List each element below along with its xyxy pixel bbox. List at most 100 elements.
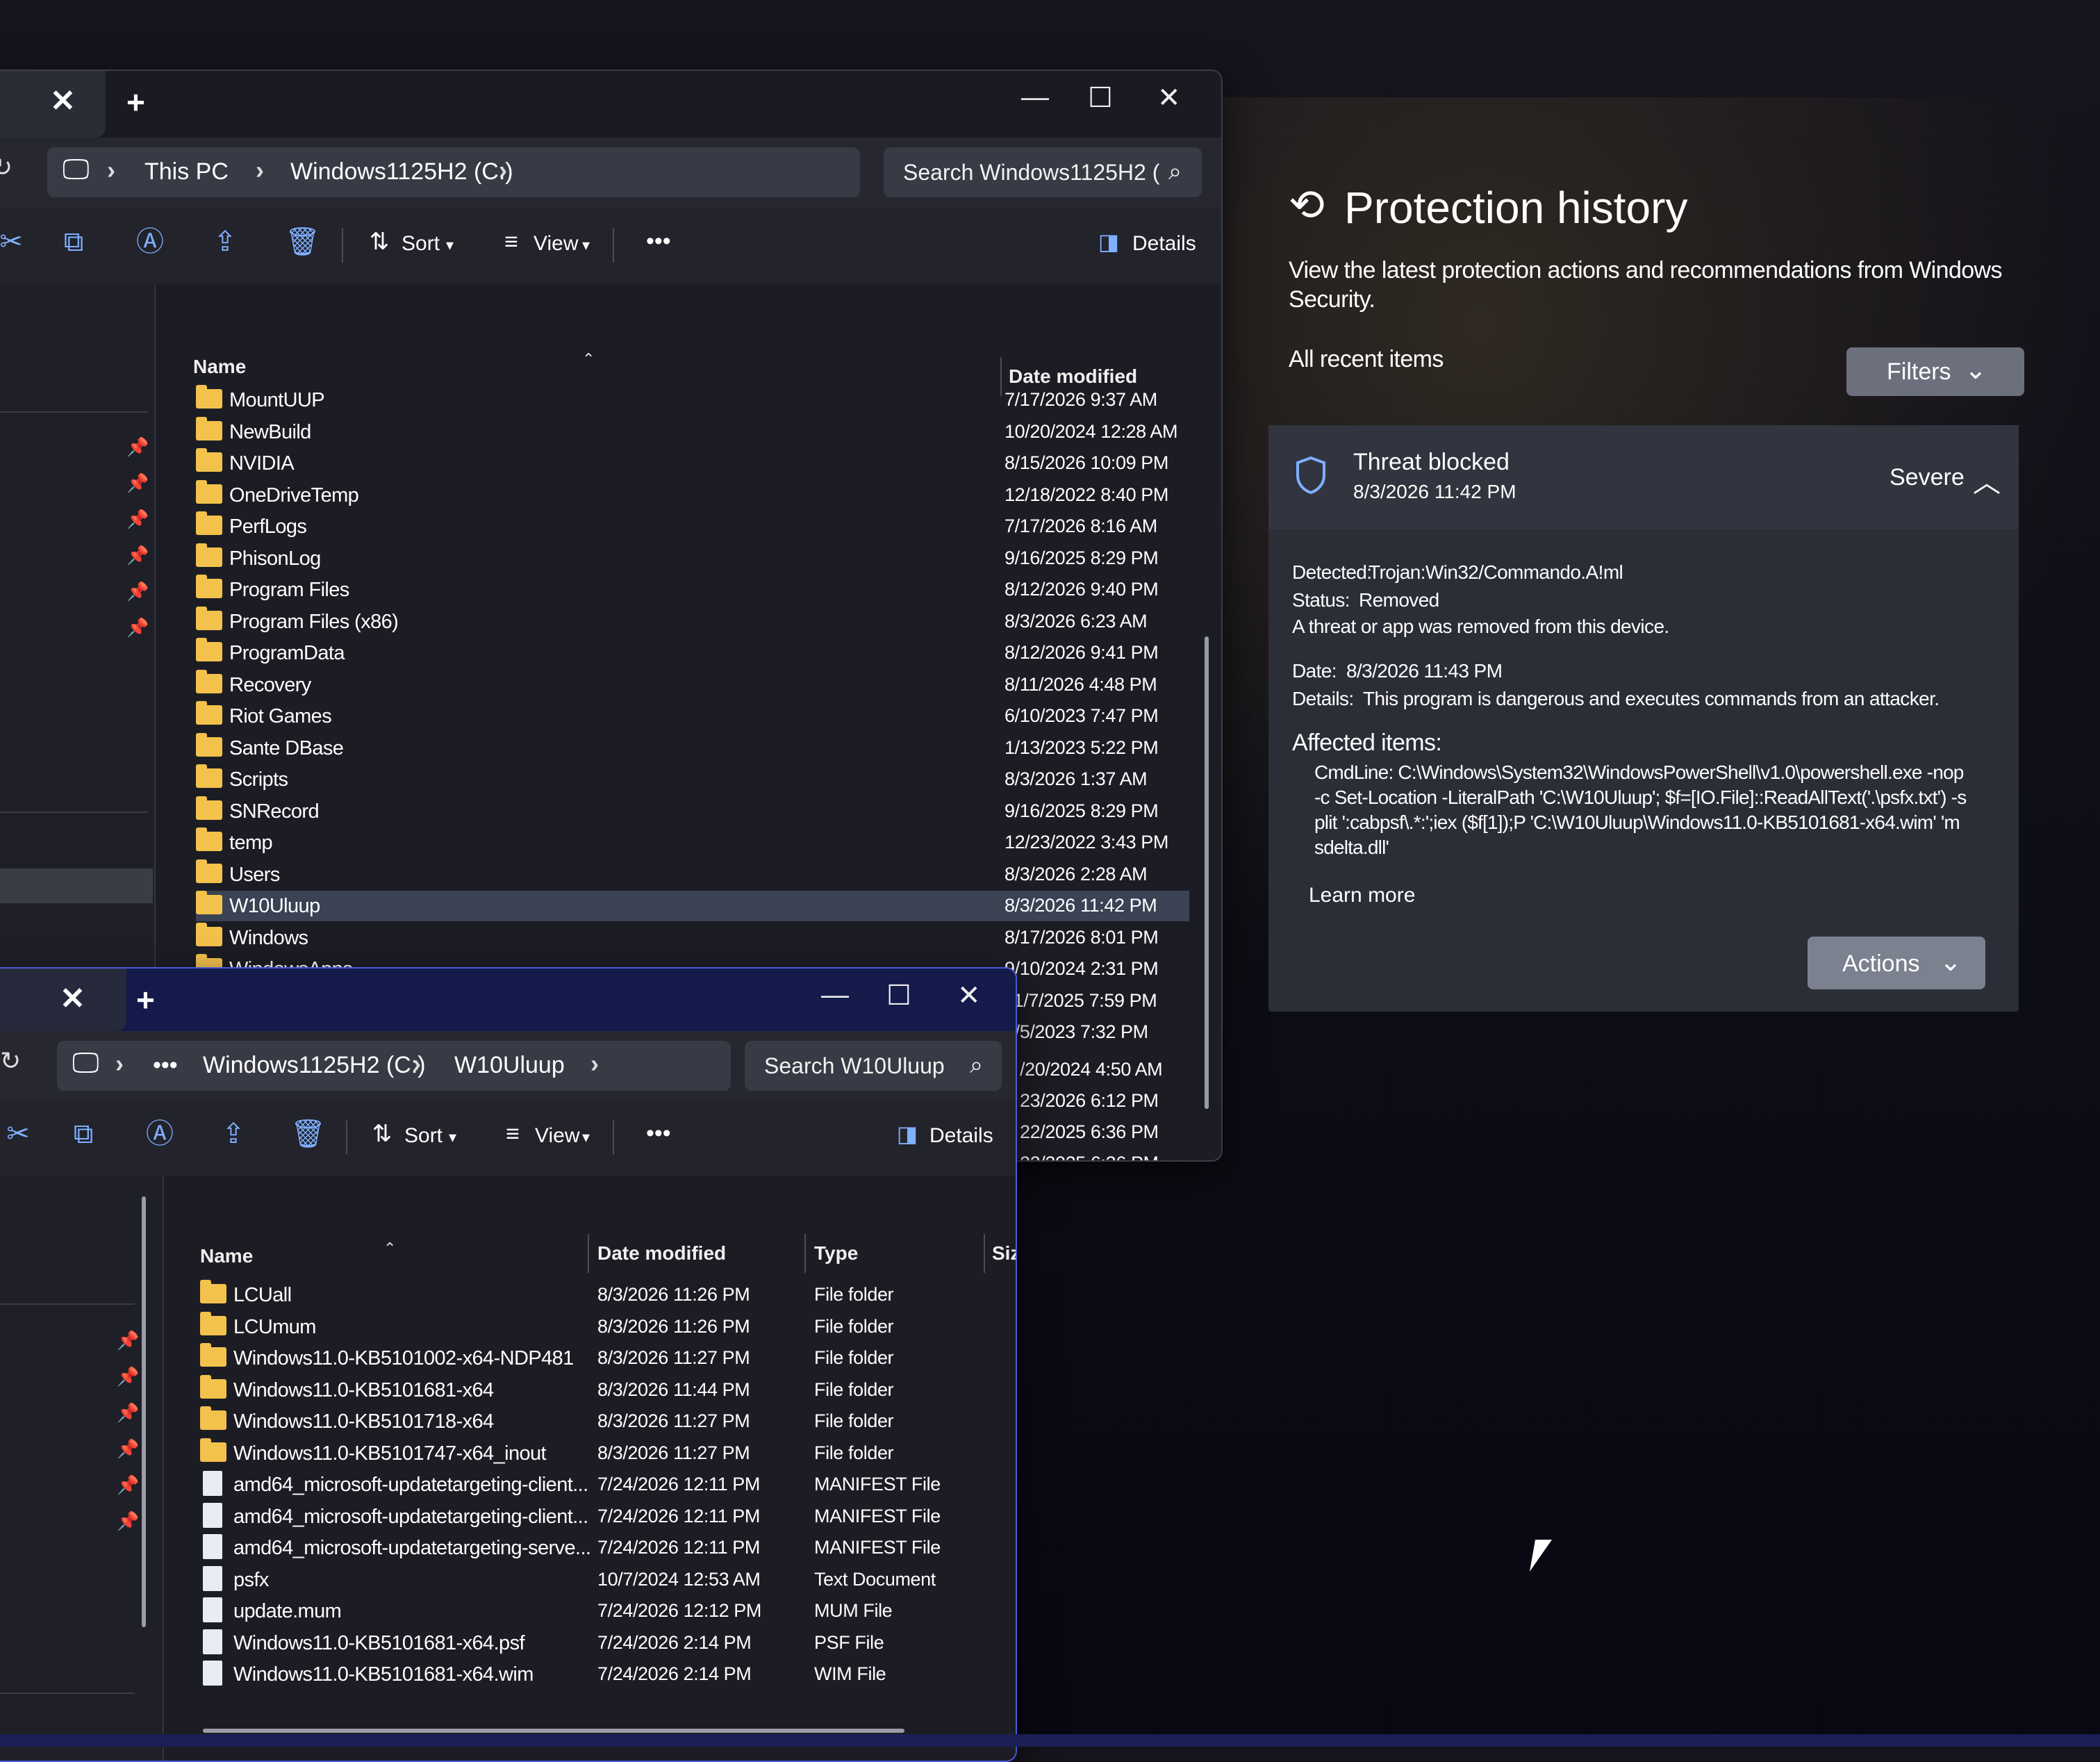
column-header-date[interactable]: Date modified — [597, 1242, 726, 1265]
more-options-button[interactable]: ••• — [646, 228, 671, 255]
column-header-type[interactable]: Type — [814, 1242, 858, 1265]
breadcrumb-this-pc[interactable]: This PC — [144, 158, 229, 186]
refresh-icon[interactable]: ↻ — [0, 153, 13, 182]
rename-icon[interactable]: Ⓐ — [143, 1117, 176, 1151]
table-row[interactable]: Windows11.0-KB5101681-x64.psf 7/24/2026 2… — [200, 1628, 999, 1658]
table-row[interactable]: Users 8/3/2026 2:28 AM — [196, 859, 1189, 890]
table-row[interactable]: Windows11.0-KB5101681-x64 8/3/2026 11:44 … — [200, 1374, 999, 1406]
minimize-icon[interactable]: — — [1021, 82, 1049, 113]
breadcrumb-folder[interactable]: W10Uluup — [454, 1052, 565, 1079]
threat-card-header[interactable]: Threat blocked 8/3/2026 11:42 PM Severe … — [1268, 425, 2019, 529]
table-row[interactable]: Program Files 8/12/2026 9:40 PM — [196, 575, 1189, 605]
nav-item-selected[interactable] — [0, 868, 153, 903]
column-header-size[interactable]: Size — [992, 1242, 1016, 1265]
delete-icon[interactable]: 🗑 — [285, 225, 320, 258]
table-row[interactable]: W10Uluup 8/3/2026 11:42 PM — [196, 891, 1189, 921]
table-row[interactable]: Riot Games 6/10/2023 7:47 PM — [196, 701, 1189, 732]
table-row[interactable]: temp 12/23/2022 3:43 PM — [196, 828, 1189, 858]
new-tab-icon[interactable]: + — [126, 83, 145, 121]
horizontal-scrollbar[interactable] — [203, 1729, 904, 1733]
details-button[interactable]: Details — [929, 1124, 993, 1148]
table-row[interactable]: Windows 8/17/2026 8:01 PM — [196, 922, 1189, 953]
actions-button[interactable]: Actions ⌄ — [1808, 937, 1985, 989]
explorer-window-bottom: ✕ + — ☐ ✕ ↻ 🖵 › ••• Windows1125H2 (C:) ›… — [0, 967, 1017, 1762]
column-divider[interactable] — [804, 1234, 806, 1273]
table-row[interactable]: SNRecord 9/16/2025 8:29 PM — [196, 796, 1189, 827]
maximize-icon[interactable]: ☐ — [886, 980, 911, 1012]
share-icon[interactable]: ⇪ — [217, 1117, 250, 1151]
details-pane-icon[interactable]: ◨ — [1092, 225, 1125, 258]
table-row[interactable]: Windows11.0-KB5101747-x64_inout 8/3/2026 … — [200, 1438, 999, 1469]
column-header-name[interactable]: Name — [200, 1245, 253, 1267]
chevron-up-icon[interactable]: ︿ — [1973, 460, 2001, 500]
view-button[interactable]: View — [535, 1124, 579, 1148]
details-pane-icon[interactable]: ◨ — [891, 1117, 924, 1151]
column-divider[interactable] — [588, 1234, 589, 1273]
minimize-icon[interactable]: — — [821, 980, 849, 1011]
table-row[interactable]: psfx 10/7/2024 12:53 AM Text Document — [200, 1565, 999, 1595]
table-row[interactable]: Recovery 8/11/2026 4:48 PM — [196, 669, 1189, 700]
view-icon[interactable]: ≡ — [495, 225, 528, 258]
table-row[interactable]: LCUall 8/3/2026 11:26 PM File folder — [200, 1280, 999, 1310]
close-tab-icon[interactable]: ✕ — [50, 83, 76, 119]
table-row[interactable]: LCUmum 8/3/2026 11:26 PM File folder — [200, 1311, 999, 1342]
filters-button[interactable]: Filters ⌄ — [1846, 347, 2024, 396]
table-row[interactable]: amd64_microsoft-updatetargeting-client..… — [200, 1501, 999, 1532]
table-row[interactable]: PhisonLog 9/16/2025 8:29 PM — [196, 543, 1189, 574]
breadcrumb[interactable]: 🖵 › This PC › Windows1125H2 (C:) › — [47, 147, 860, 197]
close-icon[interactable]: ✕ — [1157, 82, 1181, 114]
table-row[interactable]: ProgramData 8/12/2026 9:41 PM — [196, 638, 1189, 668]
table-row[interactable]: amd64_microsoft-updatetargeting-serve...… — [200, 1533, 999, 1563]
column-header-name[interactable]: Name — [193, 356, 246, 378]
breadcrumb[interactable]: 🖵 › ••• Windows1125H2 (C:) › W10Uluup › — [57, 1041, 731, 1091]
column-divider[interactable] — [984, 1234, 985, 1273]
breadcrumb-drive[interactable]: Windows1125H2 (C:) — [290, 158, 513, 186]
sort-icon[interactable]: ⇅ — [363, 225, 396, 258]
table-row[interactable]: Sante DBase 1/13/2023 5:22 PM — [196, 732, 1189, 764]
folder-icon — [196, 796, 222, 820]
cut-icon[interactable]: ✂ — [0, 225, 28, 258]
view-button[interactable]: View — [534, 232, 578, 256]
details-button[interactable]: Details — [1132, 232, 1196, 256]
date-modified: 12/18/2022 8:40 PM — [1004, 484, 1168, 505]
learn-more-link[interactable]: Learn more — [1309, 884, 1415, 907]
cut-icon[interactable]: ✂ — [1, 1117, 35, 1151]
table-row[interactable]: OneDriveTemp 12/18/2022 8:40 PM — [196, 479, 1189, 511]
refresh-icon[interactable]: ↻ — [0, 1046, 21, 1076]
maximize-icon[interactable]: ☐ — [1088, 82, 1113, 114]
breadcrumb-drive[interactable]: Windows1125H2 (C:) — [203, 1052, 426, 1079]
new-tab-icon[interactable]: + — [136, 981, 155, 1019]
vertical-scrollbar[interactable] — [1205, 636, 1209, 1109]
sort-button[interactable]: Sort — [402, 232, 440, 256]
table-row[interactable]: Program Files (x86) 8/3/2026 6:23 AM — [196, 606, 1189, 637]
copy-icon[interactable]: ⧉ — [57, 225, 90, 258]
rename-icon[interactable]: Ⓐ — [133, 225, 167, 258]
table-row[interactable]: update.mum 7/24/2026 12:12 PM MUM File — [200, 1596, 999, 1627]
tab-active[interactable]: ✕ — [0, 969, 126, 1031]
table-row[interactable]: NewBuild 10/20/2024 12:28 AM — [196, 416, 1189, 447]
sort-button[interactable]: Sort — [404, 1124, 443, 1148]
close-tab-icon[interactable]: ✕ — [60, 981, 85, 1016]
table-row[interactable]: MountUUP 7/17/2026 9:37 AM — [196, 385, 1189, 415]
table-row[interactable]: NVIDIA 8/15/2026 10:09 PM — [196, 448, 1189, 479]
close-icon[interactable]: ✕ — [957, 980, 981, 1012]
view-icon[interactable]: ≡ — [496, 1117, 529, 1151]
table-row[interactable]: Scripts 8/3/2026 1:37 AM — [196, 764, 1189, 795]
search-input[interactable]: Search Windows1125H2 ( ⌕ — [884, 147, 1202, 197]
share-icon[interactable]: ⇪ — [208, 225, 242, 258]
table-row[interactable]: Windows11.0-KB5101718-x64 8/3/2026 11:27 … — [200, 1406, 999, 1437]
delete-icon[interactable]: 🗑 — [290, 1117, 326, 1151]
table-row[interactable]: amd64_microsoft-updatetargeting-client..… — [200, 1469, 999, 1500]
table-row[interactable]: Windows11.0-KB5101002-x64-NDP481 8/3/2026… — [200, 1343, 999, 1374]
copy-icon[interactable]: ⧉ — [67, 1117, 100, 1151]
more-options-button[interactable]: ••• — [646, 1120, 671, 1147]
file-name: MountUUP — [229, 389, 325, 411]
pin-icon: 📌 — [117, 1474, 140, 1495]
sort-icon[interactable]: ⇅ — [365, 1117, 399, 1151]
search-input[interactable]: Search W10Uluup ⌕ — [745, 1041, 1002, 1091]
nav-scrollbar[interactable] — [142, 1196, 146, 1627]
table-row[interactable]: PerfLogs 7/17/2026 8:16 AM — [196, 511, 1189, 542]
breadcrumb-overflow[interactable]: ••• — [153, 1052, 178, 1079]
tab-active[interactable]: ✕ — [0, 71, 106, 138]
table-row[interactable]: Windows11.0-KB5101681-x64.wim 7/24/2026 2… — [200, 1659, 999, 1690]
